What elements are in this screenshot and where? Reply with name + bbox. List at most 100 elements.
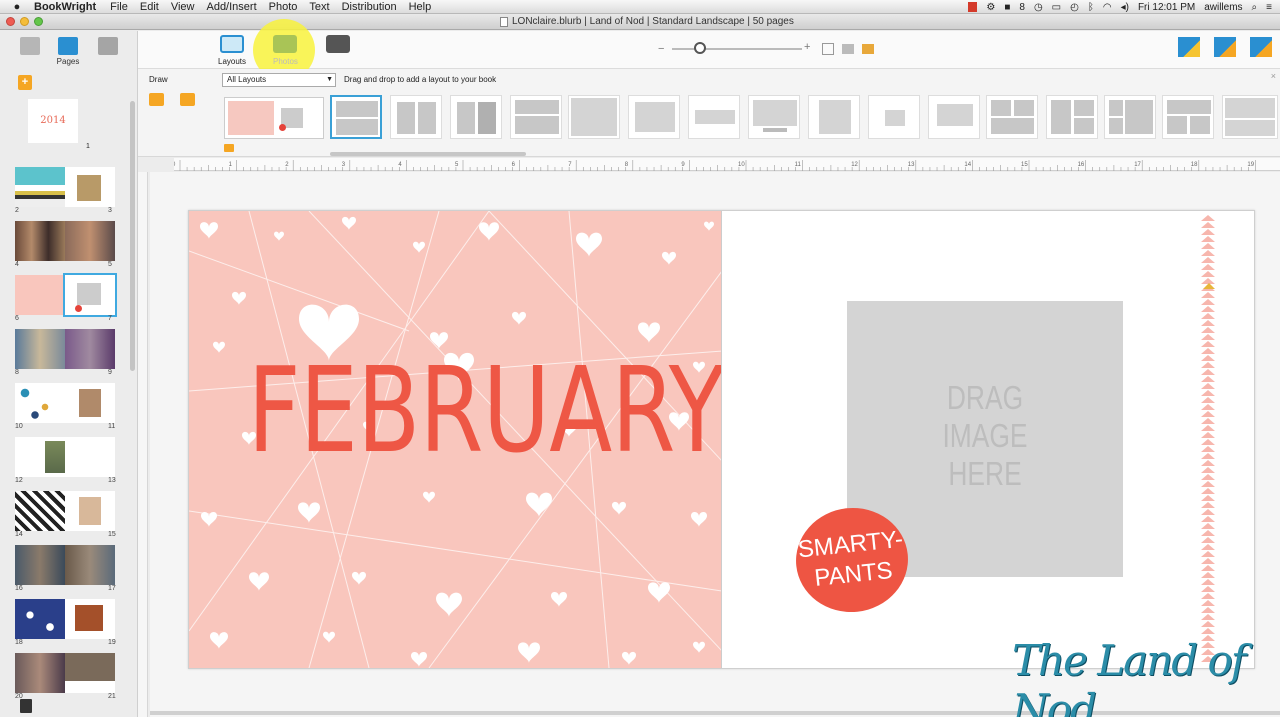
preflight-icon[interactable] xyxy=(1178,37,1200,57)
left-page[interactable]: FEBRUARY xyxy=(189,211,722,668)
menu-file[interactable]: File xyxy=(110,1,128,13)
layout-option[interactable] xyxy=(1046,95,1098,139)
page-thumbnail[interactable] xyxy=(15,437,85,477)
february-title[interactable]: FEBRUARY xyxy=(248,341,721,479)
sidebar-tool-copy[interactable] xyxy=(18,37,42,55)
zoom-in-button[interactable]: + xyxy=(804,41,810,53)
cover-thumbnail[interactable]: 2014 xyxy=(28,99,78,143)
menu-distribution[interactable]: Distribution xyxy=(342,1,397,13)
menu-edit[interactable]: Edit xyxy=(140,1,159,13)
single-view-icon[interactable] xyxy=(862,44,874,54)
page-thumbnail[interactable] xyxy=(15,275,65,315)
clock-icon[interactable]: ◷ xyxy=(1034,2,1043,13)
zoom-slider[interactable] xyxy=(672,48,802,50)
layout-option[interactable] xyxy=(510,95,562,139)
list-icon[interactable]: ≡ xyxy=(1266,2,1272,13)
spread-thumbnail[interactable]: 18 19 xyxy=(10,587,120,646)
volume-icon[interactable]: ◂) xyxy=(1121,2,1129,13)
gear-icon[interactable]: ⚙ xyxy=(986,2,995,13)
photos-button[interactable]: Photos xyxy=(273,35,298,66)
page-thumbnail[interactable] xyxy=(15,545,65,585)
grid-view-icon[interactable] xyxy=(842,44,854,54)
spread-thumbnail[interactable]: 4 5 xyxy=(10,209,120,268)
menu-help[interactable]: Help xyxy=(409,1,432,13)
menubar-user[interactable]: awillems xyxy=(1204,2,1242,13)
menu-text[interactable]: Text xyxy=(309,1,329,13)
layout-option[interactable] xyxy=(808,95,860,139)
layout-option[interactable] xyxy=(868,95,920,139)
backgrounds-button[interactable] xyxy=(326,35,350,53)
sidebar-scrollbar[interactable] xyxy=(130,101,135,371)
layout-option[interactable] xyxy=(628,95,680,139)
apple-menu-icon[interactable]: ● xyxy=(10,1,24,13)
menubar-clock[interactable]: Fri 12:01 PM xyxy=(1138,2,1195,13)
layout-option[interactable] xyxy=(450,95,502,139)
menu-photo[interactable]: Photo xyxy=(269,1,298,13)
layouts-button[interactable]: Layouts xyxy=(218,35,246,66)
sidebar-tool-paste[interactable] xyxy=(96,37,120,55)
layouts-scrollbar[interactable] xyxy=(330,152,526,156)
close-icon[interactable]: × xyxy=(1271,71,1276,81)
spread-thumbnail[interactable]: 2 3 xyxy=(10,155,120,214)
layout-option[interactable] xyxy=(390,95,442,139)
page-thumbnail[interactable] xyxy=(65,221,115,261)
bluetooth-icon[interactable]: ᛒ xyxy=(1088,2,1094,13)
draw-text-box-icon[interactable] xyxy=(180,93,195,106)
spread-view-icon[interactable] xyxy=(822,43,834,55)
zoom-slider-knob[interactable] xyxy=(694,42,706,54)
zoom-out-button[interactable]: − xyxy=(658,43,664,55)
current-spread-preview[interactable] xyxy=(224,97,324,139)
timemachine-icon[interactable]: ◴ xyxy=(1070,2,1079,13)
spread-thumbnail[interactable]: 14 15 xyxy=(10,479,120,538)
status-count[interactable]: 8 xyxy=(1019,2,1025,13)
layout-option[interactable] xyxy=(568,95,620,139)
page-thumbnail[interactable] xyxy=(15,221,65,261)
trash-icon[interactable] xyxy=(20,699,32,713)
page-thumbnail[interactable] xyxy=(65,491,115,531)
page-thumbnail[interactable] xyxy=(15,167,65,207)
display-icon[interactable]: ▭ xyxy=(1052,2,1061,13)
window-maximize-button[interactable] xyxy=(34,17,43,26)
page-thumbnail[interactable] xyxy=(65,167,115,207)
spread-thumbnail[interactable]: 10 11 xyxy=(10,371,120,430)
layout-option[interactable] xyxy=(748,95,800,139)
spotlight-search-icon[interactable]: ⌕ xyxy=(1252,2,1258,13)
layout-option[interactable] xyxy=(1104,95,1156,139)
menu-app-name[interactable]: BookWright xyxy=(34,1,96,13)
upload-icon[interactable] xyxy=(1250,37,1272,57)
layout-option[interactable] xyxy=(688,95,740,139)
page-thumbnail[interactable] xyxy=(65,437,115,477)
page-thumbnail[interactable] xyxy=(63,273,117,317)
wifi-icon[interactable]: ◠ xyxy=(1103,2,1112,13)
layout-option[interactable] xyxy=(330,95,382,139)
layout-option[interactable] xyxy=(1162,95,1214,139)
page-thumbnail[interactable] xyxy=(65,653,115,693)
layouts-filter-select[interactable]: All Layouts ▼ xyxy=(222,73,336,87)
page-thumbnail[interactable] xyxy=(15,491,65,531)
spread-thumbnail[interactable]: 12 13 xyxy=(10,425,120,484)
window-close-button[interactable] xyxy=(6,17,15,26)
page-thumbnail[interactable] xyxy=(15,383,65,423)
spread-thumbnail[interactable]: 20 21 xyxy=(10,641,120,700)
spread-thumbnail[interactable]: 16 17 xyxy=(10,533,120,592)
layout-lock-icon[interactable] xyxy=(224,144,234,152)
menu-view[interactable]: View xyxy=(171,1,195,13)
page-thumbnail[interactable] xyxy=(15,599,65,639)
draw-photo-box-icon[interactable] xyxy=(149,93,164,106)
spread-thumbnail[interactable]: 8 9 xyxy=(10,317,120,376)
page-thumbnail[interactable] xyxy=(65,329,115,369)
menu-add-insert[interactable]: Add/Insert xyxy=(206,1,256,13)
record-icon[interactable] xyxy=(968,2,978,12)
sidebar-tool-pages[interactable]: Pages xyxy=(56,37,80,66)
page-marker-icon[interactable] xyxy=(1203,283,1215,289)
window-minimize-button[interactable] xyxy=(20,17,29,26)
layout-option[interactable] xyxy=(1222,95,1278,139)
page-thumbnail[interactable] xyxy=(65,383,115,423)
page-thumbnail[interactable] xyxy=(15,329,65,369)
notification-icon[interactable]: ■ xyxy=(1004,2,1010,13)
warning-icon[interactable] xyxy=(1214,37,1236,57)
page-thumbnail[interactable] xyxy=(65,599,115,639)
add-page-button[interactable]: + xyxy=(18,75,32,90)
page-thumbnail[interactable] xyxy=(15,653,65,693)
layout-option[interactable] xyxy=(986,95,1038,139)
